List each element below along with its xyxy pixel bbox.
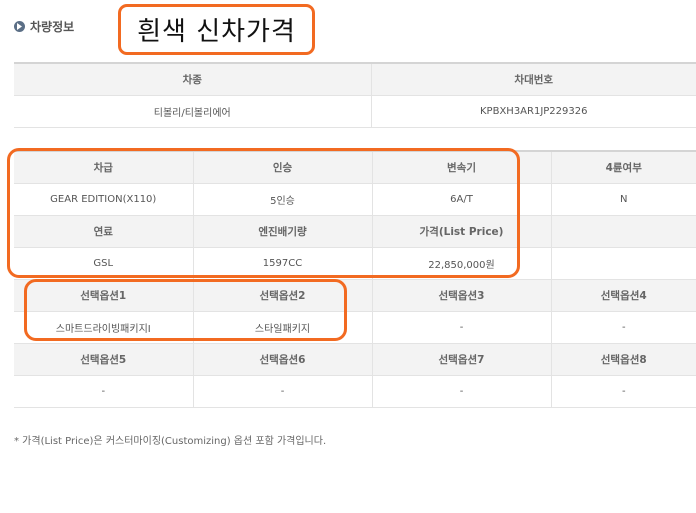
value-car-type: 티볼리/티볼리에어: [14, 95, 371, 128]
table-row: 연료 엔진배기량 가격(List Price): [14, 215, 696, 248]
table-row: - - - -: [14, 375, 696, 408]
value-list-price: 22,850,000원: [371, 247, 551, 280]
vehicle-spec-table: 차급 인승 변속기 4륜여부 GEAR EDITION(X110) 5인승 6A…: [14, 150, 696, 408]
table-row: 선택옵션1 선택옵션2 선택옵션3 선택옵션4: [14, 279, 696, 312]
table-row: 스마트드라이빙패키지I 스타일패키지 - -: [14, 311, 696, 344]
header-empty: [550, 215, 696, 248]
table-row: 선택옵션5 선택옵션6 선택옵션7 선택옵션8: [14, 343, 696, 376]
header-option-1: 선택옵션1: [14, 279, 193, 312]
header-option-3: 선택옵션3: [371, 279, 551, 312]
value-transmission: 6A/T: [371, 183, 551, 216]
value-option-4: -: [550, 311, 696, 344]
header-vin: 차대번호: [370, 63, 696, 96]
value-option-7: -: [371, 375, 551, 408]
table-row: 차종 차대번호: [14, 63, 696, 96]
value-empty: [550, 247, 696, 280]
header-fuel: 연료: [14, 215, 193, 248]
header-car-type: 차종: [14, 63, 371, 96]
section-title-text: 차량정보: [30, 19, 75, 34]
value-vin: KPBXH3AR1JP229326: [370, 95, 696, 128]
section-title: 차량정보: [14, 17, 74, 35]
header-option-5: 선택옵션5: [14, 343, 193, 376]
vehicle-basic-table: 차종 차대번호 티볼리/티볼리에어 KPBXH3AR1JP229326: [14, 62, 696, 128]
table-row: GEAR EDITION(X110) 5인승 6A/T N: [14, 183, 696, 216]
value-option-2: 스타일패키지: [192, 311, 372, 344]
header-option-6: 선택옵션6: [192, 343, 372, 376]
new-car-price-callout: 흰색 신차가격: [118, 4, 315, 55]
header-4wd: 4륜여부: [550, 151, 696, 184]
table-row: GSL 1597CC 22,850,000원: [14, 247, 696, 280]
header-seats: 인승: [192, 151, 372, 184]
header-option-7: 선택옵션7: [371, 343, 551, 376]
value-option-3: -: [371, 311, 551, 344]
header-displacement: 엔진배기량: [192, 215, 372, 248]
value-option-5: -: [14, 375, 193, 408]
value-4wd: N: [550, 183, 696, 216]
circle-arrow-right-icon: [14, 20, 25, 32]
header-option-2: 선택옵션2: [192, 279, 372, 312]
value-option-8: -: [550, 375, 696, 408]
header-list-price: 가격(List Price): [371, 215, 551, 248]
table-row: 차급 인승 변속기 4륜여부: [14, 151, 696, 184]
header-option-8: 선택옵션8: [550, 343, 696, 376]
value-seats: 5인승: [192, 183, 372, 216]
header-option-4: 선택옵션4: [550, 279, 696, 312]
table-row: 티볼리/티볼리에어 KPBXH3AR1JP229326: [14, 95, 696, 128]
value-displacement: 1597CC: [192, 247, 372, 280]
value-class: GEAR EDITION(X110): [14, 183, 193, 216]
value-fuel: GSL: [14, 247, 193, 280]
price-footnote: * 가격(List Price)은 커스터마이징(Customizing) 옵션…: [14, 436, 327, 447]
value-option-1: 스마트드라이빙패키지I: [14, 311, 193, 344]
header-transmission: 변속기: [371, 151, 551, 184]
header-class: 차급: [14, 151, 193, 184]
value-option-6: -: [192, 375, 372, 408]
